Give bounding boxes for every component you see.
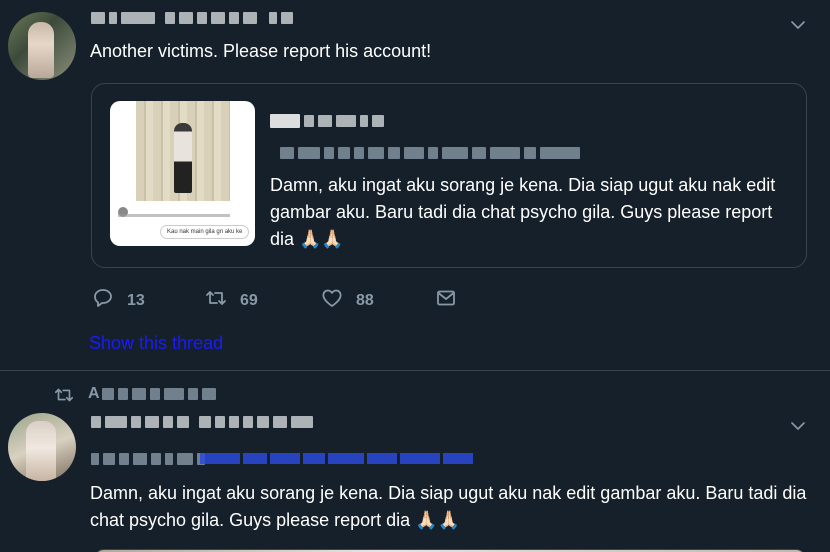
- avatar[interactable]: [8, 413, 76, 481]
- retweeter-name-redacted[interactable]: [102, 388, 216, 400]
- heart-icon: [320, 286, 344, 315]
- mention-link-redacted[interactable]: [200, 453, 473, 464]
- like-button[interactable]: 88: [320, 286, 434, 315]
- like-count: 88: [356, 291, 374, 309]
- quoted-handle-redacted: [280, 147, 580, 159]
- retweeted-by-label[interactable]: A: [88, 385, 100, 403]
- retweet-count: 69: [240, 291, 258, 309]
- author-name-redacted[interactable]: [91, 12, 293, 24]
- retweet-button[interactable]: 69: [204, 286, 320, 315]
- tweet[interactable]: Another victims. Please report his accou…: [0, 0, 830, 370]
- retweet-icon: [204, 286, 228, 315]
- reply-button[interactable]: 13: [91, 286, 204, 315]
- share-button[interactable]: [434, 286, 458, 315]
- reply-context-redacted: [91, 453, 205, 465]
- show-thread-link[interactable]: Show this thread: [89, 333, 223, 354]
- quoted-tweet-image[interactable]: Kau nak main gila gn aku ke: [110, 101, 255, 246]
- retweet-icon: [53, 384, 75, 406]
- tweet-text: Another victims. Please report his accou…: [90, 41, 432, 61]
- image-caption: Kau nak main gila gn aku ke: [160, 225, 250, 239]
- chevron-down-icon[interactable]: [787, 415, 809, 437]
- reply-icon: [91, 286, 115, 315]
- quoted-author-redacted[interactable]: [270, 114, 384, 128]
- author-name-redacted[interactable]: [91, 416, 313, 428]
- reply-count: 13: [127, 291, 145, 309]
- tweet-text: Damn, aku ingat aku sorang je kena. Dia …: [90, 483, 807, 530]
- avatar[interactable]: [8, 12, 76, 80]
- chevron-down-icon[interactable]: [787, 14, 809, 36]
- tweet[interactable]: A Damn, aku ingat aku sorang je kena. Di…: [0, 371, 830, 552]
- quoted-tweet-text: Damn, aku ingat aku sorang je kena. Dia …: [270, 175, 776, 249]
- tweet-actions: 13 69 88: [91, 286, 458, 315]
- mail-icon: [434, 286, 458, 315]
